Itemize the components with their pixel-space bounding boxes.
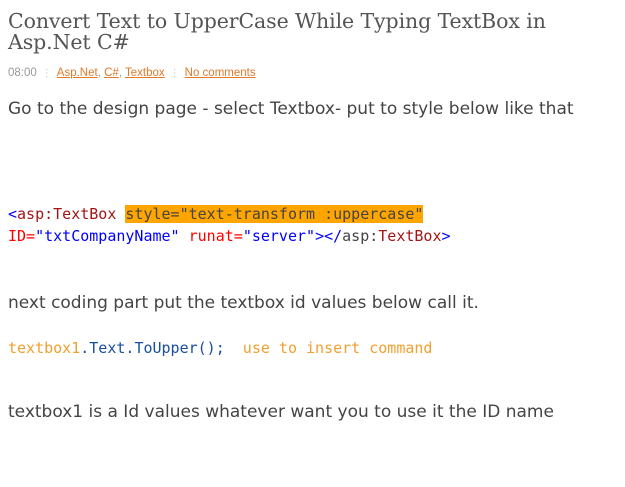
code-method-call: ToUpper(); bbox=[134, 339, 225, 357]
label-link-csharp[interactable]: C# bbox=[104, 67, 119, 79]
post-title[interactable]: Convert Text to UpperCase While Typing T… bbox=[8, 11, 618, 53]
next-coding-paragraph: next coding part put the textbox id valu… bbox=[8, 293, 479, 313]
code-id-value: "txtCompanyName" bbox=[35, 227, 180, 245]
blog-post: Convert Text to UpperCase While Typing T… bbox=[8, 0, 618, 423]
label-comma: , bbox=[118, 67, 123, 79]
code-id-attr: ID= bbox=[8, 227, 36, 245]
code-comment: use to insert command bbox=[224, 339, 433, 357]
intro-paragraph: Go to the design page - select Textbox- … bbox=[8, 99, 574, 119]
post-time: 08:00 bbox=[8, 67, 37, 79]
code-close-tag-name: TextBox bbox=[378, 227, 442, 245]
label-link-aspnet[interactable]: Asp.Net bbox=[57, 67, 98, 79]
label-link-textbox[interactable]: Textbox bbox=[125, 67, 165, 79]
meta-separator: ⋮ bbox=[41, 68, 52, 79]
closing-paragraph: textbox1 is a Id values whatever want yo… bbox=[8, 402, 554, 422]
code-runat-attr: runat= bbox=[179, 227, 243, 245]
code-highlighted-style-attr: style="text-transform :uppercase" bbox=[125, 205, 424, 223]
code-line-markup-close: ID="txtCompanyName" runat="server"></asp… bbox=[8, 227, 451, 245]
code-object-name: textbox1 bbox=[8, 339, 81, 357]
code-line-csharp: textbox1.Text.ToUpper(); use to insert c… bbox=[8, 339, 433, 357]
comments-link[interactable]: No comments bbox=[185, 67, 256, 79]
post-meta: 08:00 ⋮ Asp.Net, C#, Textbox ⋮ No comments bbox=[8, 66, 618, 81]
meta-separator: ⋮ bbox=[169, 68, 180, 79]
code-line-markup-open: <asp:TextBox style="text-transform :uppe… bbox=[8, 205, 424, 223]
code-property-name: Text bbox=[89, 339, 126, 357]
code-tag-name: asp:TextBox bbox=[17, 205, 117, 223]
code-runat-value: "server" bbox=[242, 227, 316, 245]
label-comma: , bbox=[97, 67, 101, 79]
